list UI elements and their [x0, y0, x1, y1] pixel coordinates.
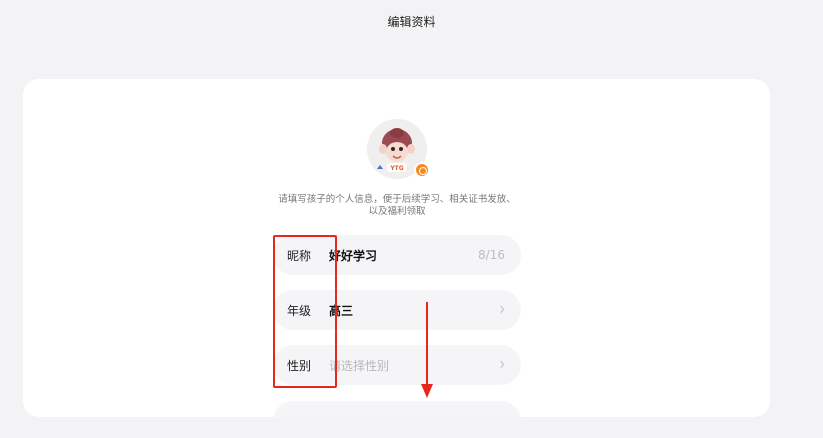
chevron-right-icon: ›	[499, 299, 505, 321]
nickname-field[interactable]: 昵称 好好学习 8/16	[273, 235, 521, 275]
grade-label: 年级	[287, 303, 312, 318]
avatar-badge-text: YTG	[389, 165, 403, 172]
nickname-counter: 8/16	[478, 248, 505, 262]
camera-icon[interactable]	[414, 162, 430, 178]
gender-label: 性别	[287, 358, 312, 373]
chevron-right-icon: ›	[499, 354, 505, 376]
page-title: 编辑资料	[387, 15, 436, 29]
grade-value: 高三	[329, 303, 354, 318]
grade-field[interactable]: 年级 高三 ›	[273, 290, 521, 330]
hint-line-2: 以及福利领取	[368, 206, 426, 217]
profile-card: YTG 请填写孩子的个人信息，便于后续学习、相关证书发放、 以及福利领取 昵称 …	[23, 79, 770, 417]
gender-field[interactable]: 性别 请选择性别 ›	[273, 345, 521, 385]
nickname-label: 昵称	[287, 248, 312, 263]
next-field-partial[interactable]	[273, 401, 521, 417]
edit-profile-page: 编辑资料 YTG 请填写孩子的个人信息，便于后续学习、相关证书发放、 以及福利领…	[0, 0, 823, 438]
avatar-upload[interactable]: YTG	[367, 119, 430, 179]
nickname-input[interactable]: 好好学习	[329, 247, 478, 264]
gender-select[interactable]: 请选择性别	[329, 357, 499, 374]
hint-text: 请填写孩子的个人信息，便于后续学习、相关证书发放、 以及福利领取	[263, 194, 531, 218]
hint-line-1: 请填写孩子的个人信息，便于后续学习、相关证书发放、	[278, 194, 516, 205]
